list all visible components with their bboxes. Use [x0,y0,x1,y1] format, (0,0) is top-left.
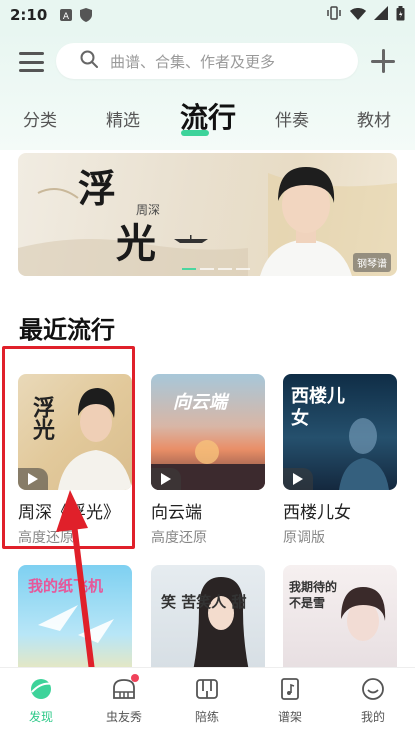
nav-label: 谱架 [277,710,302,724]
nav-community[interactable]: 虫友秀 [94,674,154,725]
tab-accompaniment[interactable]: 伴奏 [275,106,309,131]
search-placeholder: 曲谱、合集、作者及更多 [110,52,276,71]
active-tab-indicator [181,130,209,136]
nav-music-stand[interactable]: 谱架 [260,676,320,725]
play-icon[interactable] [151,468,181,490]
song-card[interactable]: 笑 苦笑人 甜 [151,565,265,681]
category-tabs: 分类 精选 流行 伴奏 教材 [0,96,415,144]
song-card[interactable]: 西楼儿女 西楼儿女 原调版 [283,374,397,547]
song-cover: 西楼儿女 [283,374,397,490]
tab-textbook[interactable]: 教材 [357,106,391,131]
song-title: 西楼儿女 [283,503,351,523]
cover-singer-art [191,577,251,681]
search-icon [80,50,98,72]
song-cover: 我的纸飞机 [18,565,132,681]
nav-profile[interactable]: 我的 [343,676,403,725]
discover-icon [28,676,54,702]
carousel-indicator [182,268,250,270]
nav-discover[interactable]: 发现 [11,676,71,725]
nav-label: 发现 [28,710,53,724]
profile-icon [360,676,386,702]
play-icon[interactable] [283,468,313,490]
signal-icon [374,6,388,24]
section-title: 最近流行 [19,316,115,344]
tab-classify[interactable]: 分类 [23,106,57,131]
status-time: 2:10 [10,6,48,24]
song-version: 高度还原 [151,530,207,546]
wifi-icon [350,6,366,24]
add-icon[interactable] [371,49,395,73]
nav-label: 虫友秀 [105,710,142,724]
cover-title-text: 笑 苦笑人 甜 [161,593,247,611]
song-cover: 笑 苦笑人 甜 [151,565,265,681]
banner-singer: 周深 [136,203,161,217]
promo-banner[interactable]: 浮 光 周深 钢琴谱 [18,153,397,276]
nav-practice[interactable]: 陪练 [177,676,237,725]
music-sheet-icon [277,676,303,702]
highlight-box [2,346,135,549]
notification-a-icon: A [59,8,73,22]
boat-icon [174,235,208,243]
nav-label: 我的 [360,710,385,724]
battery-icon [396,5,405,25]
status-bar: 2:10 A [0,0,415,30]
menu-icon[interactable] [19,52,44,72]
song-version: 原调版 [283,530,325,546]
song-card[interactable]: 向云端 向云端 高度还原 [151,374,265,547]
banner-calligraphy-guang: 光 [116,220,156,267]
cover-title-text: 我期待的不是雪 [289,580,338,610]
bottom-nav: 发现 虫友秀 陪练 谱架 我的 [0,667,415,737]
banner-singer-portrait [260,167,352,276]
nav-label: 陪练 [194,710,219,724]
song-card[interactable]: 我期待的不是雪 [283,565,397,681]
tab-featured[interactable]: 精选 [106,106,140,131]
song-cover: 向云端 [151,374,265,490]
keyboard-icon [194,676,220,702]
song-title: 向云端 [151,503,202,523]
cover-title-text: 向云端 [173,392,227,413]
song-cover: 我期待的不是雪 [283,565,397,681]
banner-calligraphy-fu: 浮 [78,166,117,211]
cover-title-text: 西楼儿女 [291,386,345,429]
song-card[interactable]: 我的纸飞机 [18,565,132,681]
shield-icon [79,8,93,22]
notification-dot [131,674,139,682]
header: 曲谱、合集、作者及更多 分类 精选 流行 伴奏 教材 [0,30,415,150]
svg-text:A: A [63,12,70,21]
vibrate-icon [326,6,342,24]
cover-title-text: 我的纸飞机 [28,577,104,595]
banner-tag: 钢琴谱 [353,253,391,272]
search-input[interactable]: 曲谱、合集、作者及更多 [56,43,358,79]
